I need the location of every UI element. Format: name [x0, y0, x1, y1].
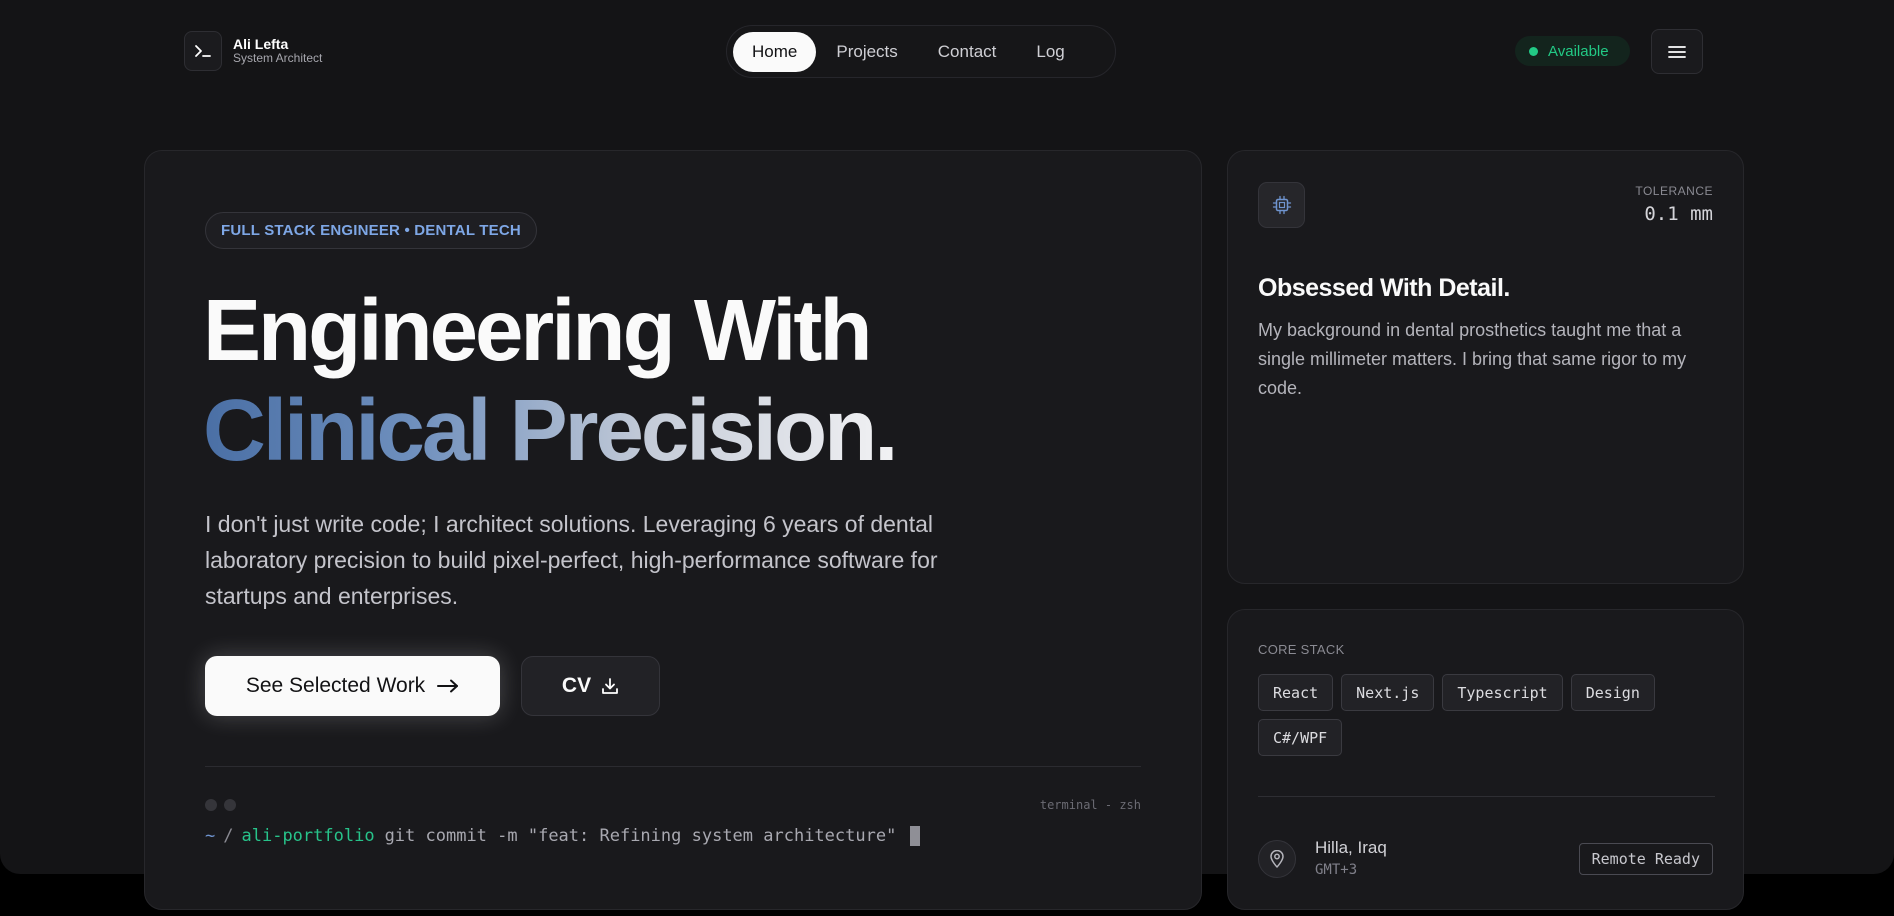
- location-timezone: GMT+3: [1315, 862, 1358, 878]
- terminal-repo: ali-portfolio: [241, 826, 375, 846]
- main-nav: Home Projects Contact Log: [726, 25, 1116, 78]
- tolerance-label: TOLERANCE: [1635, 184, 1713, 198]
- stack-tag-design: Design: [1570, 674, 1655, 711]
- brand[interactable]: Ali Lefta System Architect: [184, 31, 322, 71]
- availability-label: Available: [1548, 42, 1609, 60]
- detail-text: My background in dental prosthetics taug…: [1258, 320, 1687, 398]
- terminal-command-line: ~ / ali-portfolio git commit -m "feat: R…: [205, 826, 921, 846]
- see-selected-work-label: See Selected Work: [245, 674, 426, 697]
- hero-title: Engineering With Clinical Precision.: [203, 281, 898, 481]
- menu-icon: [1668, 45, 1686, 58]
- nav-projects[interactable]: Projects: [816, 32, 917, 72]
- stack-card: CORE STACK React Next.js Typescript Desi…: [1227, 609, 1744, 910]
- role-tag: FULL STACK ENGINEER • DENTAL TECH: [205, 212, 537, 249]
- nav-home[interactable]: Home: [733, 31, 817, 72]
- download-icon: [602, 678, 618, 694]
- arrow-right-icon: [437, 679, 459, 693]
- terminal-dot-icon: [205, 799, 217, 811]
- nav-contact[interactable]: Contact: [918, 32, 1017, 72]
- hero-card: FULL STACK ENGINEER • DENTAL TECH Engine…: [144, 150, 1202, 910]
- stack-tag-react: React: [1258, 674, 1334, 711]
- nav-log[interactable]: Log: [1016, 32, 1084, 72]
- stack-tag-nextjs: Next.js: [1341, 674, 1435, 711]
- terminal-dot-icon: [224, 799, 236, 811]
- remote-ready-badge: Remote Ready: [1578, 843, 1713, 875]
- terminal-separator: /: [223, 826, 234, 846]
- detail-card: TOLERANCE 0.1 mm Obsessed With Detail. M…: [1227, 150, 1744, 584]
- cv-label: CV: [561, 674, 592, 697]
- chip-icon: [1258, 182, 1305, 228]
- detail-title: Obsessed With Detail.: [1258, 274, 1510, 302]
- status-dot-icon: [1529, 46, 1538, 56]
- tolerance-value: 0.1 mm: [1644, 203, 1713, 225]
- see-selected-work-button[interactable]: See Selected Work: [205, 656, 500, 716]
- terminal-title: terminal - zsh: [1039, 798, 1141, 812]
- hero-description: I don't just write code; I architect sol…: [205, 511, 938, 609]
- cv-download-button[interactable]: CV: [521, 656, 660, 716]
- core-stack-label: CORE STACK: [1258, 642, 1345, 657]
- terminal-window-dots: [205, 799, 243, 811]
- stack-tag-csharp-wpf: C#/WPF: [1258, 719, 1343, 756]
- hero-divider: [205, 766, 1141, 767]
- stack-tag-typescript: Typescript: [1442, 674, 1563, 711]
- terminal-command: git commit -m "feat: Refining system arc…: [384, 826, 897, 846]
- hero-title-line2: Clinical Precision.: [203, 382, 898, 479]
- menu-button[interactable]: [1651, 29, 1703, 74]
- stack-divider: [1258, 796, 1715, 797]
- brand-role: System Architect: [233, 51, 323, 66]
- terminal-tilde: ~: [205, 826, 216, 846]
- location-city: Hilla, Iraq: [1315, 838, 1387, 857]
- stack-tags: React Next.js Typescript Design C#/WPF: [1258, 674, 1698, 764]
- map-pin-icon: [1258, 840, 1296, 878]
- terminal-icon: [184, 31, 222, 71]
- brand-name: Ali Lefta: [233, 36, 289, 53]
- hero-title-line1: Engineering With: [203, 282, 873, 379]
- terminal-cursor: [910, 826, 921, 846]
- availability-badge: Available: [1515, 36, 1630, 66]
